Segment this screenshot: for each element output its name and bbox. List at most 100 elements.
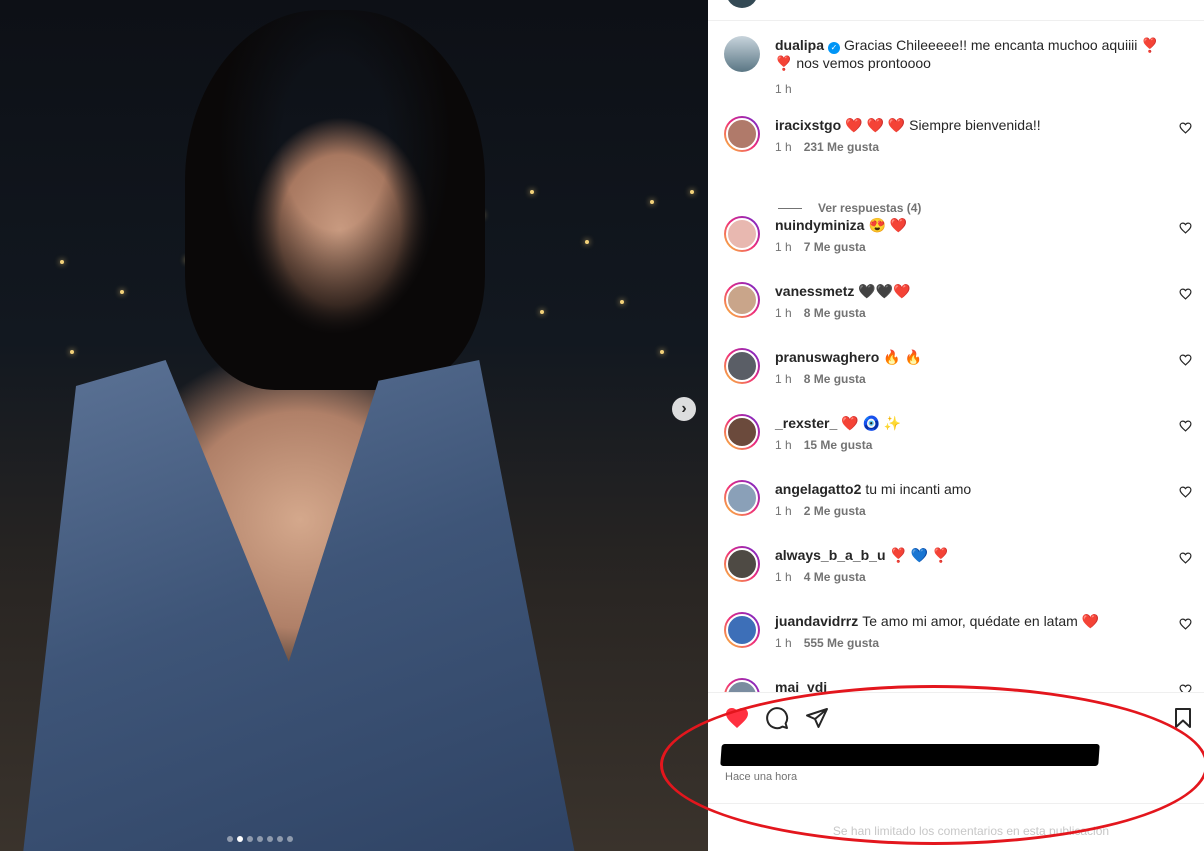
post-actions (724, 705, 1191, 733)
comment-time[interactable]: 1 h (775, 140, 792, 154)
bookmark-icon (1175, 708, 1191, 728)
comment-row: angelagatto2 tu mi incanti amo 1 h 2 Me gus… (724, 480, 1194, 530)
comment-like-button[interactable] (1179, 552, 1192, 567)
comment-text: juandavidrrz Te amo mi amor, quédate en l… (775, 612, 1160, 630)
post-time[interactable]: Hace una hora (725, 771, 797, 783)
carousel-next-button[interactable]: › (672, 397, 696, 421)
comment-row: vanessmetz 🖤🖤❤️ 1 h 8 Me gusta (724, 282, 1194, 332)
comment-like-button[interactable] (1179, 354, 1192, 369)
comment-text: nuindyminiza 😍 ❤️ (775, 216, 1160, 234)
photo-subject-hair (185, 10, 485, 390)
author-username[interactable]: dualipa (775, 37, 824, 53)
save-button[interactable] (1170, 705, 1196, 731)
carousel-dot (227, 836, 233, 842)
commenter-username[interactable]: nuindyminiza (775, 217, 864, 233)
carousel-dot (237, 836, 243, 842)
comment-body: 😍 ❤️ (868, 217, 908, 233)
author-avatar[interactable] (724, 36, 760, 72)
comment-like-button[interactable] (1179, 122, 1192, 137)
comment-text: mai_ydi (775, 678, 1160, 692)
heart-outline-icon (1179, 618, 1192, 630)
commenter-avatar[interactable] (724, 116, 760, 152)
commenter-username[interactable]: juandavidrrz (775, 613, 858, 629)
comment-time[interactable]: 1 h (775, 438, 792, 452)
share-button[interactable] (804, 705, 830, 731)
comment-like-button[interactable] (1179, 486, 1192, 501)
comment-meta: 1 h 7 Me gusta (775, 240, 866, 254)
carousel-dot (287, 836, 293, 842)
comment-row: always_b_a_b_u ❣️ 💙 ❣️ 1 h 4 Me gusta (724, 546, 1194, 596)
commenter-username[interactable]: pranuswaghero (775, 349, 879, 365)
comment-text: iracixstgo ❤️ ❤️ ❤️ Siempre bienvenida!! (775, 116, 1160, 134)
caption-time[interactable]: 1 h (775, 82, 792, 96)
heart-filled-icon (726, 708, 748, 728)
heart-outline-icon (1179, 122, 1192, 134)
commenter-avatar[interactable] (724, 216, 760, 252)
comment-body: ❤️ 🧿 ✨ (841, 415, 902, 431)
like-button[interactable] (724, 705, 750, 731)
comment-likes[interactable]: 15 Me gusta (804, 438, 873, 452)
heart-outline-icon (1179, 222, 1192, 234)
commenter-avatar[interactable] (724, 678, 760, 692)
avatar-image (726, 548, 758, 580)
comments-limited-notice: Se han limitado los comentarios en esta … (832, 824, 1110, 838)
comment-row: nuindyminiza 😍 ❤️ 1 h 7 Me gusta (724, 216, 1194, 266)
comment-likes[interactable]: 555 Me gusta (804, 636, 879, 650)
commenter-username[interactable]: mai_ydi (775, 679, 827, 692)
comment-like-button[interactable] (1179, 420, 1192, 435)
commenter-avatar[interactable] (724, 546, 760, 582)
send-icon (806, 708, 828, 728)
comment-like-button[interactable] (1179, 288, 1192, 303)
comment-text: pranuswaghero 🔥 🔥 (775, 348, 1160, 366)
commenter-avatar[interactable] (724, 282, 760, 318)
view-replies-button[interactable]: Ver respuestas (4) (778, 201, 921, 215)
post-photo (0, 0, 708, 851)
likes-count-redacted (720, 744, 1100, 766)
comment-like-button[interactable] (1179, 222, 1192, 237)
commenter-username[interactable]: iracixstgo (775, 117, 841, 133)
comment-likes[interactable]: 8 Me gusta (804, 306, 866, 320)
header-avatar[interactable] (726, 0, 758, 8)
comment-meta: 1 h 8 Me gusta (775, 306, 866, 320)
avatar-image (726, 284, 758, 316)
commenter-avatar[interactable] (724, 612, 760, 648)
comment-likes[interactable]: 231 Me gusta (804, 140, 879, 154)
comment-button[interactable] (764, 705, 790, 731)
commenter-username[interactable]: _rexster_ (775, 415, 837, 431)
comment-meta: 1 h 555 Me gusta (775, 636, 879, 650)
comment-body: ❤️ ❤️ ❤️ Siempre bienvenida!! (845, 117, 1041, 133)
commenter-avatar[interactable] (724, 414, 760, 450)
comment-likes[interactable]: 8 Me gusta (804, 372, 866, 386)
comment-time[interactable]: 1 h (775, 306, 792, 320)
commenter-username[interactable]: always_b_a_b_u (775, 547, 886, 563)
comment-like-button[interactable] (1179, 618, 1192, 633)
comment-row: juandavidrrz Te amo mi amor, quédate en l… (724, 612, 1194, 662)
comment-body: Te amo mi amor, quédate en latam ❤️ (862, 613, 1100, 629)
comment-time[interactable]: 1 h (775, 570, 792, 584)
divider (708, 692, 1204, 693)
comments-list[interactable]: dualipa ✓ Gracias Chileeeee!! me encanta m… (708, 20, 1204, 692)
commenter-avatar[interactable] (724, 480, 760, 516)
commenter-username[interactable]: vanessmetz (775, 283, 854, 299)
commenter-username[interactable]: angelagatto2 (775, 481, 861, 497)
comment-icon (766, 707, 789, 730)
comment-likes[interactable]: 4 Me gusta (804, 570, 866, 584)
comment-time[interactable]: 1 h (775, 240, 792, 254)
comment-time[interactable]: 1 h (775, 504, 792, 518)
comment-meta: 1 h 4 Me gusta (775, 570, 866, 584)
avatar-image (726, 350, 758, 382)
comment-row: iracixstgo ❤️ ❤️ ❤️ Siempre bienvenida!! 1… (724, 116, 1194, 166)
avatar-image (726, 614, 758, 646)
comment-text: angelagatto2 tu mi incanti amo (775, 480, 1160, 498)
comment-time[interactable]: 1 h (775, 372, 792, 386)
comment-time[interactable]: 1 h (775, 636, 792, 650)
commenter-avatar[interactable] (724, 348, 760, 384)
avatar-image (726, 218, 758, 250)
comment-like-button[interactable] (1179, 684, 1192, 692)
comment-likes[interactable]: 7 Me gusta (804, 240, 866, 254)
caption-row: dualipa ✓ Gracias Chileeeee!! me encanta m… (724, 36, 1194, 96)
comment-body: 🖤🖤❤️ (858, 283, 911, 299)
comment-likes[interactable]: 2 Me gusta (804, 504, 866, 518)
replies-line (778, 207, 802, 209)
comment-meta: 1 h 2 Me gusta (775, 504, 866, 518)
